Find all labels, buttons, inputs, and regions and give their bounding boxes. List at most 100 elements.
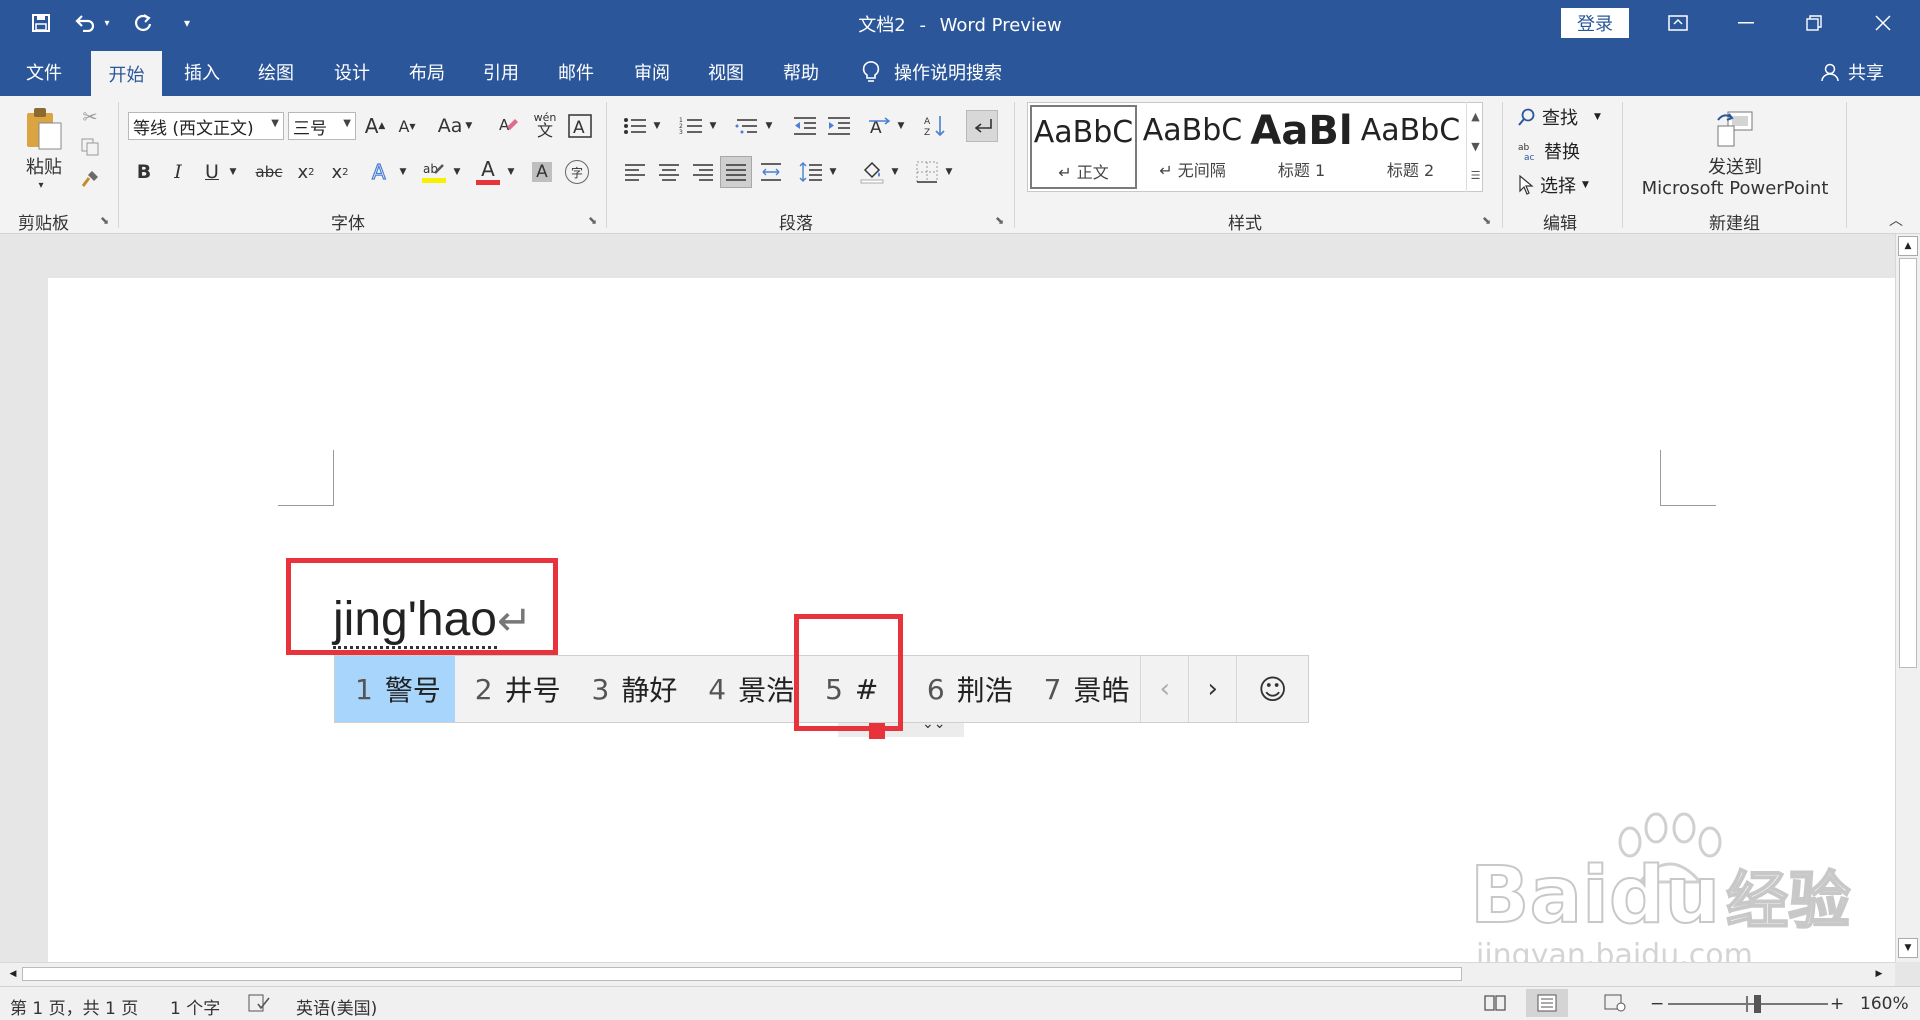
styles-scroll-down-icon[interactable]: ▼ [1467,132,1484,162]
bullets-icon[interactable] [620,112,650,140]
horizontal-scrollbar[interactable]: ◀ ▶ [0,962,1895,986]
numbering-icon[interactable]: 123 [676,112,706,140]
tab-home[interactable]: 开始 [91,51,162,96]
read-mode-icon[interactable] [1484,994,1506,1017]
tab-review[interactable]: 审阅 [634,59,670,85]
share-button[interactable]: 共享 [1820,59,1884,85]
send-to-label-line2[interactable]: Microsoft PowerPoint [1636,176,1834,200]
style-heading-2[interactable]: AaBbC 标题 2 [1357,105,1464,189]
login-button[interactable]: 登录 [1561,8,1629,38]
print-layout-icon[interactable] [1526,989,1568,1017]
sort-icon[interactable]: AZ [920,112,950,140]
increase-indent-icon[interactable] [824,112,854,140]
asian-layout-dropdown-icon[interactable]: ▼ [894,112,908,140]
superscript-button[interactable]: x2 [326,158,354,186]
numbering-dropdown-icon[interactable]: ▼ [706,112,720,140]
tab-references[interactable]: 引用 [483,59,519,85]
bullets-dropdown-icon[interactable]: ▼ [650,112,664,140]
ime-candidate-4[interactable]: 4 景浩 [688,656,805,722]
line-spacing-dropdown-icon[interactable]: ▼ [826,158,840,186]
ime-expand-icon[interactable]: ⌄⌄ [922,716,945,732]
scroll-right-icon[interactable]: ▶ [1870,965,1888,983]
paste-label[interactable]: 粘贴 [22,154,66,178]
find-button[interactable]: 查找 ▼ [1518,104,1601,130]
style-heading-1[interactable]: AaBl 标题 1 [1248,105,1355,189]
scroll-thumb[interactable] [1899,258,1917,668]
font-color-dropdown-icon[interactable]: ▼ [504,158,518,186]
undo-icon[interactable] [68,9,102,37]
ime-candidate-1[interactable]: 1 警号 [335,656,455,722]
ime-candidate-7[interactable]: 7 景皓 [1024,656,1141,722]
shading-dropdown-icon[interactable]: ▼ [888,158,902,186]
line-spacing-icon[interactable] [796,158,826,186]
enclose-characters-icon[interactable]: 字 [562,158,592,186]
grow-font-icon[interactable]: A ▲ [362,112,388,140]
ime-candidate-2[interactable]: 2 井号 [455,656,572,722]
character-shading-icon[interactable]: A [528,158,556,186]
zoom-slider[interactable] [1668,1003,1828,1005]
scroll-down-icon[interactable]: ▼ [1898,938,1918,958]
zoom-out-icon[interactable]: − [1650,994,1664,1014]
tab-view[interactable]: 视图 [708,59,744,85]
ime-candidate-6[interactable]: 6 荆浩 [907,656,1024,722]
cut-icon[interactable]: ✂ [76,104,104,130]
horizontal-scroll-thumb[interactable] [22,967,1462,981]
tab-layout[interactable]: 布局 [409,59,445,85]
tab-insert[interactable]: 插入 [184,59,220,85]
styles-scroll-up-icon[interactable]: ▲ [1467,102,1484,132]
clipboard-dialog-launcher-icon[interactable]: ⬊ [100,214,109,227]
collapse-ribbon-icon[interactable]: ︿ [1886,212,1906,229]
tab-draw[interactable]: 绘图 [258,59,294,85]
tab-file[interactable]: 文件 [26,59,62,85]
scroll-left-icon[interactable]: ◀ [4,965,22,983]
ime-emoji-icon[interactable]: ☺ [1236,656,1308,722]
send-to-powerpoint-icon[interactable] [1712,106,1756,150]
customize-quick-access-icon[interactable]: ▾ [172,9,202,37]
align-left-icon[interactable] [620,158,650,186]
distributed-icon[interactable] [756,158,786,186]
character-border-icon[interactable]: A [566,112,594,140]
align-center-icon[interactable] [654,158,684,186]
paste-icon[interactable] [18,104,68,152]
format-painter-icon[interactable] [76,166,104,192]
minimize-icon[interactable] [1716,0,1776,46]
highlight-dropdown-icon[interactable]: ▼ [450,158,464,186]
word-count[interactable]: 1 个字 [170,994,220,1019]
style-no-spacing[interactable]: AaBbC ↵ 无间隔 [1139,105,1246,189]
bold-button[interactable]: B [130,158,158,186]
styles-more-icon[interactable]: ☰ [1467,162,1484,190]
font-size-combo[interactable]: 三号 ▼ [288,112,356,140]
proofing-icon[interactable] [248,994,270,1017]
borders-dropdown-icon[interactable]: ▼ [942,158,956,186]
multilevel-list-icon[interactable] [732,112,762,140]
language-indicator[interactable]: 英语(美国) [296,994,377,1019]
vertical-scrollbar[interactable]: ▲ ▼ [1895,234,1920,962]
zoom-level[interactable]: 160% [1860,994,1909,1014]
zoom-in-icon[interactable]: + [1830,994,1844,1014]
clear-formatting-icon[interactable]: A [494,112,522,140]
shrink-font-icon[interactable]: A ▼ [394,112,420,140]
phonetic-guide-icon[interactable]: wén 文 [530,108,560,142]
send-to-label-line1[interactable]: 发送到 [1636,154,1834,178]
asian-layout-icon[interactable]: A [864,112,894,140]
replace-button[interactable]: ab ac 替换 [1518,138,1580,164]
align-right-icon[interactable] [688,158,718,186]
ribbon-display-options-icon[interactable] [1648,0,1708,46]
highlight-color-icon[interactable]: ab [418,158,450,186]
styles-dialog-launcher-icon[interactable]: ⬊ [1482,214,1491,227]
ime-next-page-icon[interactable]: › [1188,656,1236,722]
save-icon[interactable] [26,9,56,37]
close-icon[interactable] [1853,0,1913,46]
ime-prev-page-icon[interactable]: ‹ [1140,656,1188,722]
text-effects-dropdown-icon[interactable]: ▼ [396,158,410,186]
font-dialog-launcher-icon[interactable]: ⬊ [588,214,597,227]
borders-icon[interactable] [912,158,942,186]
subscript-button[interactable]: x2 [292,158,320,186]
font-name-combo[interactable]: 等线 (西文正文) ▼ [128,112,284,140]
zoom-slider-thumb[interactable] [1754,995,1761,1013]
underline-dropdown-icon[interactable]: ▼ [226,158,240,186]
tab-mailings[interactable]: 邮件 [558,59,594,85]
select-button[interactable]: 选择 ▼ [1518,172,1589,198]
tell-me-search[interactable]: 操作说明搜索 [862,59,1002,85]
web-layout-icon[interactable] [1604,994,1626,1017]
